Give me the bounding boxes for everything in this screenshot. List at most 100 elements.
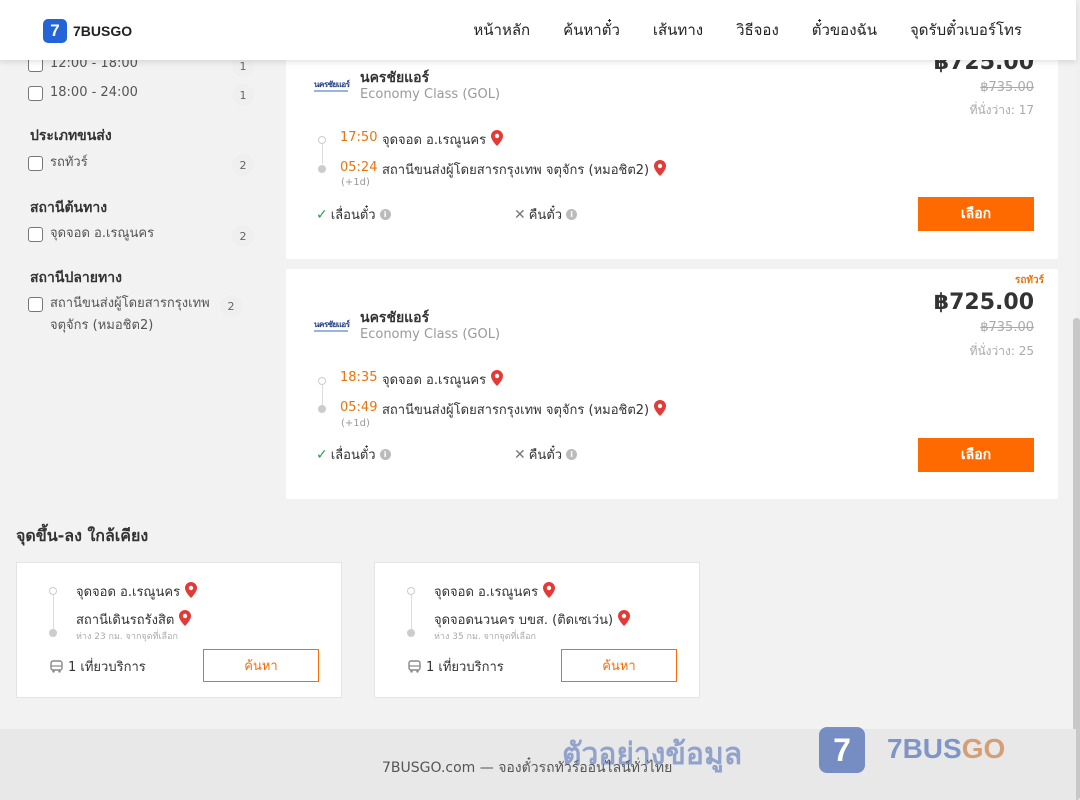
bus-icon <box>408 660 421 673</box>
map-pin-icon[interactable] <box>491 129 504 150</box>
arrival-stop[interactable]: สถานีขนส่งผู้โดยสารกรุงเทพ จตุจักร (หมอช… <box>382 159 667 180</box>
vehicle-type-title: ประเภทขนส่ง <box>30 128 112 144</box>
top-nav-bar: 7 7BUSGO หน้าหลัก ค้นหาตั๋ว เส้นทาง วิธี… <box>0 0 1076 60</box>
filter-label: รถทัวร์ <box>50 155 88 170</box>
to-dot <box>49 629 57 637</box>
nearby-to-stop[interactable]: จุดจอดนวนคร บขส. (ติดเซเว่น) <box>434 609 631 630</box>
next-day-indicator: (+1d) <box>341 418 370 429</box>
nav-search-tickets[interactable]: ค้นหาตั๋ว <box>563 18 620 42</box>
map-pin-icon[interactable] <box>618 609 631 630</box>
info-icon[interactable]: i <box>566 209 578 220</box>
nearby-search-button[interactable]: ค้นหา <box>203 649 319 682</box>
filter-time-18-24[interactable]: 18:00 - 24:00 1 <box>28 84 254 106</box>
info-icon[interactable]: i <box>566 449 578 460</box>
scrollbar-thumb[interactable] <box>1073 318 1080 800</box>
operator-name: นครชัยแอร์ <box>360 310 430 326</box>
change-ticket-label: เลื่อนตั๋ว <box>330 448 376 463</box>
destination-station-title: สถานีปลายทาง <box>30 270 122 286</box>
timeline-line <box>52 595 54 630</box>
departure-time: 17:50 <box>340 130 378 145</box>
nearby-from-label: จุดจอด อ.เรณูนคร <box>76 585 181 600</box>
departure-stop[interactable]: จุดจอด อ.เรณูนคร <box>382 369 504 390</box>
nav-routes[interactable]: เส้นทาง <box>653 18 703 42</box>
map-pin-icon[interactable] <box>543 581 556 602</box>
bus-type-tag: รถทัวร์ <box>1014 275 1044 286</box>
nearby-from-label: จุดจอด อ.เรณูนคร <box>434 585 539 600</box>
select-trip-button[interactable]: เลือก <box>918 197 1034 231</box>
seats-available: ที่นั่งว่าง: 17 <box>969 103 1034 117</box>
info-icon[interactable]: i <box>379 449 391 460</box>
select-trip-button[interactable]: เลือก <box>918 438 1034 472</box>
nearby-to-stop[interactable]: สถานีเดินรถรังสิต <box>76 609 192 630</box>
checkbox[interactable] <box>28 227 43 242</box>
departure-dot <box>318 377 326 385</box>
checkbox[interactable] <box>28 86 43 101</box>
site-logo[interactable]: 7 7BUSGO <box>43 19 132 43</box>
arrival-stop[interactable]: สถานีขนส่งผู้โดยสารกรุงเทพ จตุจักร (หมอช… <box>382 399 667 420</box>
original-price: ฿735.00 <box>980 320 1034 335</box>
nearby-search-button[interactable]: ค้นหา <box>561 649 677 682</box>
refund-ticket-label: คืนตั๋ว <box>528 448 563 463</box>
count-badge: 2 <box>232 225 254 247</box>
map-pin-icon[interactable] <box>179 609 192 630</box>
filter-destination-station[interactable]: สถานีขนส่งผู้โดยสารกรุงเทพ จตุจักร (หมอช… <box>28 295 254 337</box>
watermark-brand-b: GO <box>961 733 1006 764</box>
nearby-from-stop[interactable]: จุดจอด อ.เรณูนคร <box>434 581 556 602</box>
cross-icon: ✕ <box>514 206 526 223</box>
nav-my-tickets[interactable]: ตั๋วของฉัน <box>812 18 877 42</box>
trip-card: นครชัยแอร์ นครชัยแอร์ Economy Class (GOL… <box>286 40 1058 259</box>
filter-label: 18:00 - 24:00 <box>50 85 138 100</box>
seat-class: Economy Class (GOL) <box>360 327 501 342</box>
nearby-stop-card: จุดจอด อ.เรณูนคร จุดจอดนวนคร บขส. (ติดเซ… <box>374 562 700 698</box>
watermark-logo-icon: 7 <box>819 727 865 773</box>
original-price: ฿735.00 <box>980 80 1034 95</box>
timeline-line <box>410 595 412 630</box>
count-badge: 2 <box>220 295 242 317</box>
logo-mark: 7 <box>43 19 67 43</box>
filter-origin-station[interactable]: จุดจอด อ.เรณูนคร 2 <box>28 225 254 247</box>
checkbox[interactable] <box>28 297 43 312</box>
check-icon: ✓ <box>316 206 328 223</box>
from-dot <box>49 587 57 595</box>
nearby-trip-count: 1 เที่ยวบริการ <box>50 656 146 677</box>
refund-ticket-label: คืนตั๋ว <box>528 208 563 223</box>
seat-class: Economy Class (GOL) <box>360 87 501 102</box>
watermark-text: ตัวอย่างข้อมูล <box>562 737 743 772</box>
trip-card: รถทัวร์ นครชัยแอร์ นครชัยแอร์ Economy Cl… <box>286 269 1058 499</box>
nearby-from-stop[interactable]: จุดจอด อ.เรณูนคร <box>76 581 198 602</box>
map-pin-icon[interactable] <box>654 159 667 180</box>
departure-stop-label: จุดจอด อ.เรณูนคร <box>382 133 487 148</box>
main-nav: หน้าหลัก ค้นหาตั๋ว เส้นทาง วิธีจอง ตั๋วข… <box>473 0 1022 60</box>
nav-home[interactable]: หน้าหลัก <box>473 18 530 42</box>
seats-available: ที่นั่งว่าง: 25 <box>969 344 1034 358</box>
timeline-line <box>321 144 323 164</box>
arrival-stop-label: สถานีขนส่งผู้โดยสารกรุงเทพ จตุจักร (หมอช… <box>382 163 650 178</box>
nearby-distance: ห่าง 23 กม. จากจุดที่เลือก <box>76 632 178 642</box>
info-icon[interactable]: i <box>379 209 391 220</box>
bus-icon <box>50 660 63 673</box>
departure-stop[interactable]: จุดจอด อ.เรณูนคร <box>382 129 504 150</box>
cross-icon: ✕ <box>514 446 526 463</box>
arrival-dot <box>318 405 326 413</box>
nav-ticket-pickup[interactable]: จุดรับตั๋วเบอร์โทร <box>910 18 1022 42</box>
nearby-to-label: สถานีเดินรถรังสิต <box>76 613 175 628</box>
filter-label: จุดจอด อ.เรณูนคร <box>50 226 155 241</box>
refund-ticket-policy: ✕ คืนตั๋ว i <box>514 444 578 465</box>
from-dot <box>407 587 415 595</box>
filter-sidebar: 12:00 - 18:00 1 18:00 - 24:00 1 ประเภทขน… <box>0 0 270 520</box>
filter-vehicle-tour-bus[interactable]: รถทัวร์ 2 <box>28 154 254 176</box>
operator-name: นครชัยแอร์ <box>360 70 430 86</box>
map-pin-icon[interactable] <box>654 399 667 420</box>
map-pin-icon[interactable] <box>491 369 504 390</box>
check-icon: ✓ <box>316 446 328 463</box>
operator-logo: นครชัยแอร์ <box>314 80 350 94</box>
timeline-line <box>321 385 323 405</box>
logo-text: 7BUSGO <box>73 23 133 39</box>
nav-how-to-book[interactable]: วิธีจอง <box>736 18 779 42</box>
departure-time: 18:35 <box>340 370 378 385</box>
map-pin-icon[interactable] <box>185 581 198 602</box>
arrival-dot <box>318 165 326 173</box>
checkbox[interactable] <box>28 156 43 171</box>
change-ticket-label: เลื่อนตั๋ว <box>330 208 376 223</box>
nearby-to-label: จุดจอดนวนคร บขส. (ติดเซเว่น) <box>434 613 614 628</box>
